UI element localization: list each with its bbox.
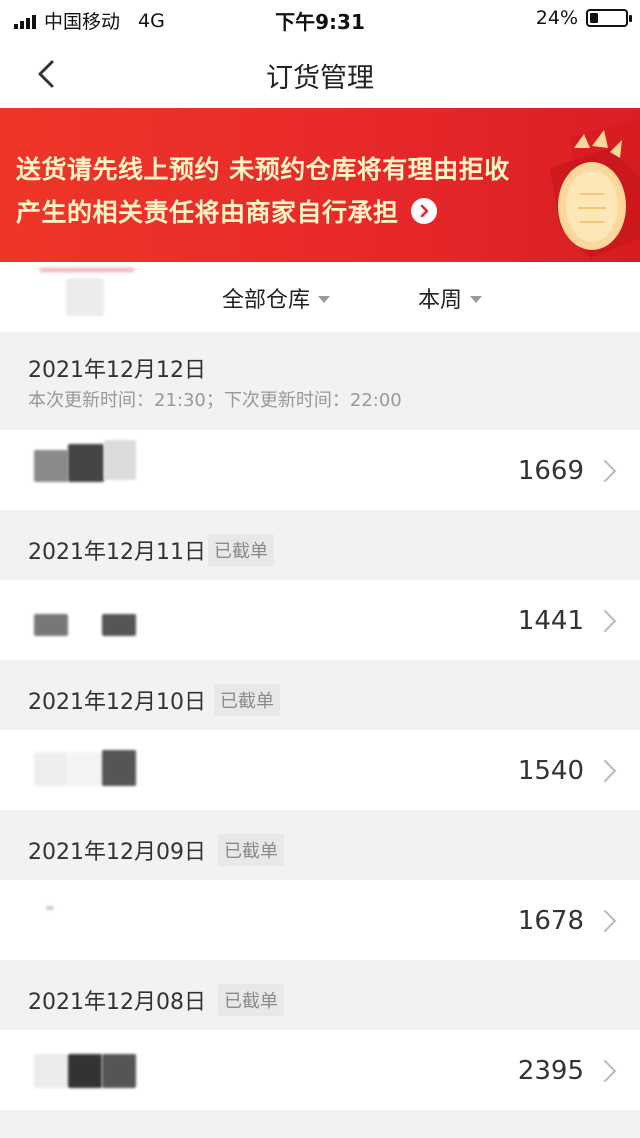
status-right: 24%	[535, 7, 632, 29]
update-time-info: 本次更新时间：21:30；下次更新时间：22:00	[28, 390, 402, 411]
order-row[interactable]: 1540	[0, 730, 640, 810]
page-title: 订货管理	[266, 63, 374, 94]
redacted-name	[34, 1054, 68, 1088]
order-row[interactable]: 1678	[0, 880, 640, 960]
date-label: 2021年12月11日	[28, 540, 206, 565]
redacted-name	[102, 750, 136, 786]
status-badge: 已截单	[218, 984, 284, 1016]
date-label: 2021年12月09日	[28, 840, 206, 865]
battery-percent: 24%	[535, 7, 578, 29]
period-filter-label: 本周	[418, 288, 463, 313]
redacted-name	[46, 906, 54, 910]
battery-fill	[590, 13, 598, 23]
date-header: 2021年12月12日 本次更新时间：21:30；下次更新时间：22:00	[0, 332, 640, 430]
period-filter[interactable]: 本周	[418, 282, 483, 314]
redacted-name	[34, 450, 68, 482]
redacted-mark	[40, 268, 134, 272]
order-row[interactable]: 1441	[0, 580, 640, 660]
chevron-right-icon	[604, 1060, 617, 1082]
redacted-name	[68, 1054, 102, 1088]
status-badge: 已截单	[218, 834, 284, 866]
battery-icon	[586, 9, 632, 27]
warehouse-filter-label: 全部仓库	[222, 288, 311, 313]
warehouse-filter[interactable]: 全部仓库	[222, 282, 331, 314]
redacted-name	[102, 614, 136, 636]
chevron-right-icon	[604, 460, 617, 482]
shopping-mascot-icon	[550, 118, 640, 262]
status-bar: 中国移动 4G 下午9:31 24%	[0, 0, 640, 36]
order-amount: 1441	[517, 606, 584, 636]
date-header: 2021年12月10日 已截单	[0, 660, 640, 730]
date-label: 2021年12月08日	[28, 990, 206, 1015]
status-badge: 已截单	[208, 534, 274, 566]
filter-bar: 全部仓库 本周	[0, 262, 640, 332]
chevron-right-icon	[604, 910, 617, 932]
redacted-name	[102, 1054, 136, 1088]
banner-line-2-text: 产生的相关责任将由商家自行承担	[16, 198, 399, 227]
notice-banner[interactable]: 送货请先线上预约 未预约仓库将有理由拒收 产生的相关责任将由商家自行承担	[0, 108, 640, 262]
chevron-right-icon	[604, 610, 617, 632]
order-amount: 1669	[517, 456, 584, 486]
order-row[interactable]: 2395	[0, 1030, 640, 1110]
date-label: 2021年12月10日	[28, 690, 206, 715]
banner-line-1: 送货请先线上预约 未预约仓库将有理由拒收	[16, 155, 510, 184]
chevron-right-circle-icon[interactable]	[410, 198, 437, 224]
redacted-name	[104, 440, 136, 480]
date-label: 2021年12月12日	[28, 358, 206, 383]
order-row[interactable]: 1669	[0, 430, 640, 510]
order-amount: 1678	[517, 906, 584, 936]
date-header: 2021年12月08日 已截单	[0, 960, 640, 1030]
redacted-name	[68, 752, 102, 786]
banner-line-2: 产生的相关责任将由商家自行承担	[16, 193, 437, 229]
status-badge: 已截单	[214, 684, 280, 716]
nav-bar: 订货管理	[0, 36, 640, 108]
caret-down-icon	[318, 295, 331, 303]
redacted-name	[34, 614, 68, 636]
redacted-name	[34, 752, 68, 786]
redacted-name	[68, 444, 104, 482]
date-header: 2021年12月11日 已截单	[0, 510, 640, 580]
chevron-right-icon	[604, 760, 617, 782]
date-header: 2021年12月09日 已截单	[0, 810, 640, 880]
order-amount: 1540	[517, 756, 584, 786]
order-amount: 2395	[517, 1056, 584, 1086]
date-header	[0, 1110, 640, 1138]
caret-down-icon	[470, 295, 483, 303]
redacted-merchant	[66, 278, 104, 316]
